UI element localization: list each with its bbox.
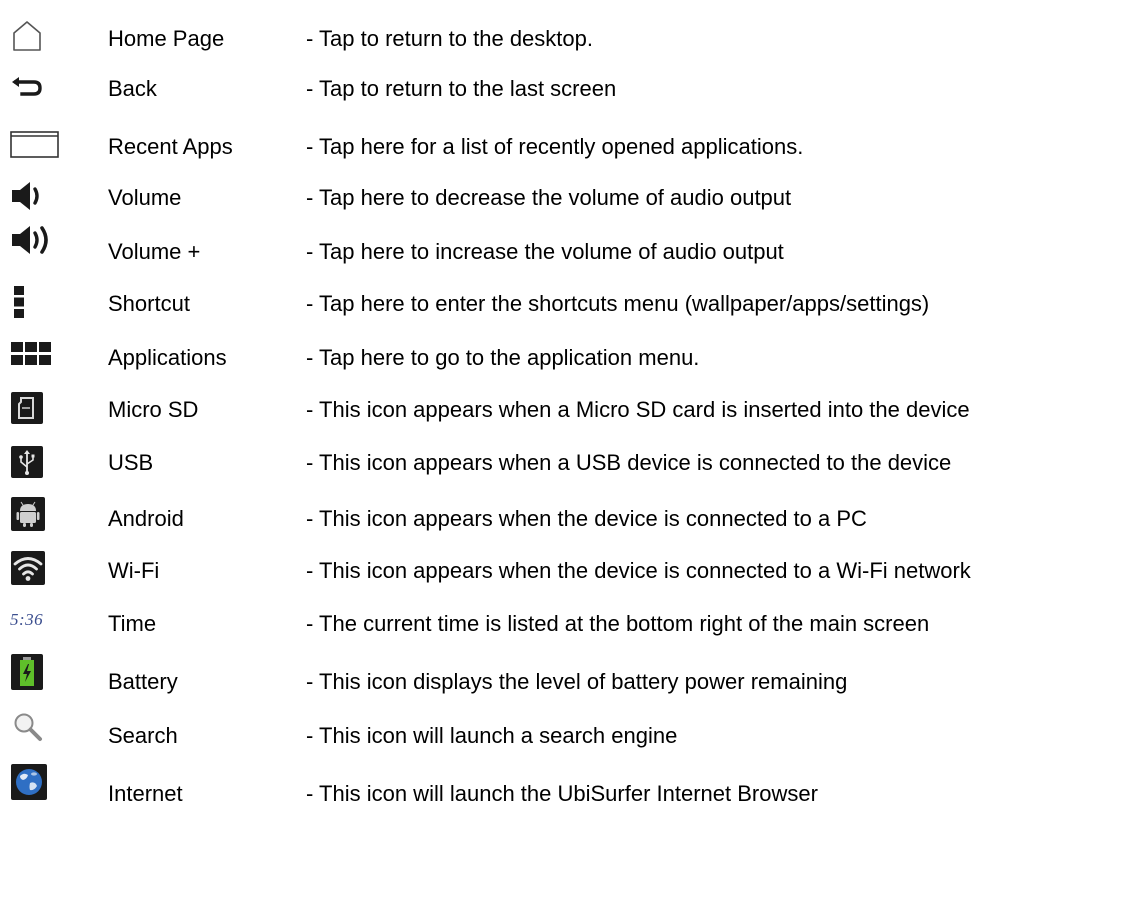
legend-description: - Tap to return to the desktop. — [306, 26, 593, 51]
legend-name: Android — [108, 506, 184, 531]
home-outline-icon — [10, 16, 62, 56]
legend-description: - This icon appears when a USB device is… — [306, 450, 952, 475]
legend-description: - Tap to return to the last screen — [306, 76, 617, 101]
legend-name: Volume — [108, 185, 182, 210]
legend-name: Volume + — [108, 239, 201, 264]
legend-description: - Tap here to go to the application menu… — [306, 345, 700, 370]
legend-name: Internet — [108, 781, 183, 806]
legend-name: USB — [108, 450, 154, 475]
search-icon — [10, 708, 62, 748]
back-arrow-icon — [10, 68, 62, 108]
legend-description: - The current time is listed at the bott… — [306, 611, 930, 636]
legend-name: Applications — [108, 345, 227, 370]
globe-icon — [10, 762, 62, 802]
legend-description: - This icon appears when the device is c… — [306, 558, 971, 583]
legend-description: - Tap here for a list of recently opened… — [306, 134, 804, 159]
legend-row-applications: Applications - Tap here to go to the app… — [0, 334, 1126, 374]
legend-row-home-page: Home Page - Tap to return to the desktop… — [0, 16, 1126, 56]
legend-row-battery: Battery - This icon displays the level o… — [0, 652, 1126, 694]
android-icon — [10, 494, 62, 534]
legend-row-shortcut: Shortcut - Tap here to enter the shortcu… — [0, 282, 1126, 322]
apps-grid-icon — [10, 334, 62, 374]
legend-name: Micro SD — [108, 397, 199, 422]
legend-description: - This icon appears when the device is c… — [306, 506, 867, 531]
time-icon: 5:36 — [10, 600, 62, 640]
legend-name: Home Page — [108, 26, 225, 51]
legend-row-internet: Internet - This icon will launch the Ubi… — [0, 762, 1126, 806]
legend-row-android: Android - This icon appears when the dev… — [0, 494, 1126, 534]
legend-name: Wi-Fi — [108, 558, 160, 583]
legend-description: - Tap here to increase the volume of aud… — [306, 239, 784, 264]
legend-row-back: Back - Tap to return to the last screen — [0, 68, 1126, 108]
volume-down-icon — [10, 176, 62, 216]
legend-row-volume-up: Volume + - Tap here to increase the volu… — [0, 224, 1126, 264]
legend-row-volume: Volume - Tap here to decrease the volume… — [0, 176, 1126, 216]
legend-description: - This icon displays the level of batter… — [306, 669, 848, 694]
menu-dots-icon — [10, 282, 62, 322]
legend-name: Shortcut — [108, 291, 190, 316]
volume-up-icon — [10, 220, 62, 260]
micro-sd-icon — [10, 388, 62, 428]
legend-description: - This icon will launch the UbiSurfer In… — [306, 781, 818, 806]
usb-icon — [10, 442, 62, 482]
legend-description: - This icon appears when a Micro SD card… — [306, 397, 970, 422]
legend-row-wifi: Wi-Fi - This icon appears when the devic… — [0, 548, 1126, 588]
legend-row-time: 5:36 Time - The current time is listed a… — [0, 600, 1126, 640]
legend-description: - Tap here to enter the shortcuts menu (… — [306, 291, 930, 316]
legend-name: Search — [108, 723, 178, 748]
legend-description: - This icon will launch a search engine — [306, 723, 678, 748]
recent-apps-icon — [10, 124, 62, 164]
icon-legend: Home Page - Tap to return to the desktop… — [0, 0, 1126, 903]
legend-name: Back — [108, 76, 157, 101]
legend-row-usb: USB - This icon appears when a USB devic… — [0, 442, 1126, 482]
legend-description: - Tap here to decrease the volume of aud… — [306, 185, 792, 210]
legend-row-micro-sd: Micro SD - This icon appears when a Micr… — [0, 388, 1126, 428]
legend-name: Battery — [108, 669, 178, 694]
wifi-icon — [10, 548, 62, 588]
time-icon-text: 5:36 — [10, 610, 44, 629]
legend-row-recent-apps: Recent Apps - Tap here for a list of rec… — [0, 124, 1126, 164]
legend-row-search: Search - This icon will launch a search … — [0, 708, 1126, 748]
legend-name: Time — [108, 611, 157, 636]
legend-name: Recent Apps — [108, 134, 233, 159]
battery-icon — [10, 652, 62, 692]
